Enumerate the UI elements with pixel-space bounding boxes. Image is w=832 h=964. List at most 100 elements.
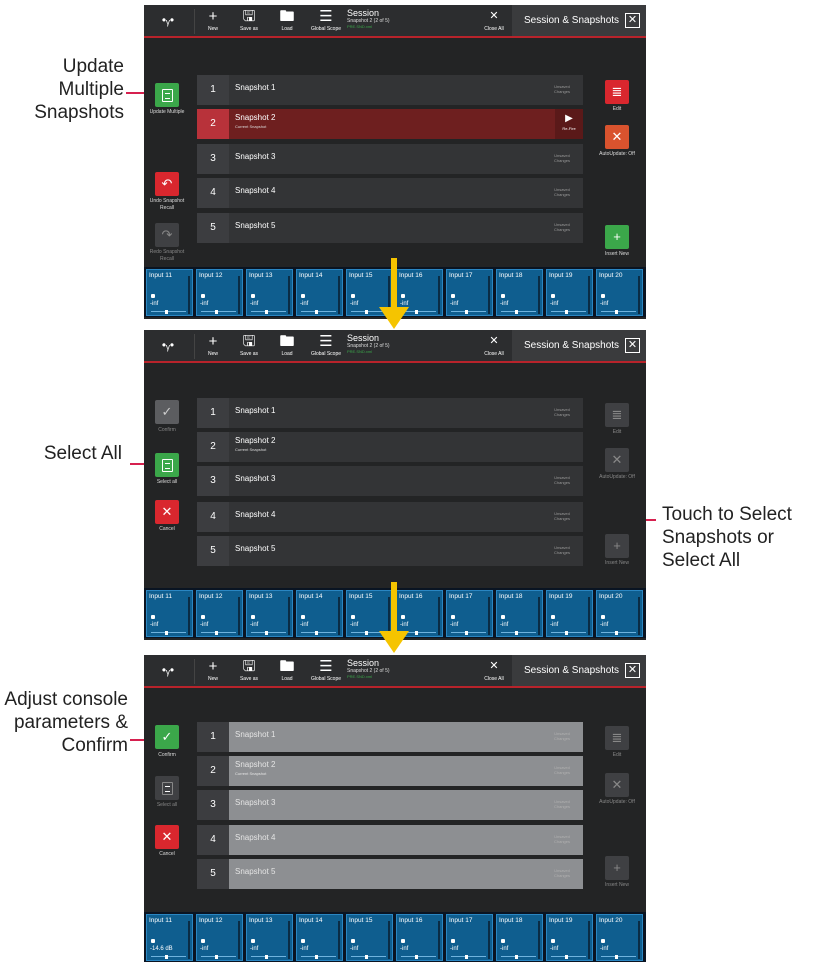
channel-strip[interactable]: Input 11 -inf — [146, 590, 193, 637]
channel-strip[interactable]: Input 11 -14.6 dB — [146, 914, 193, 961]
channel-strip[interactable]: Input 13 -inf — [246, 269, 293, 316]
channel-strip[interactable]: Input 14 -inf — [296, 590, 343, 637]
channel-fader-knob[interactable] — [165, 955, 168, 959]
logo-menu-button[interactable]: •ᵧ• — [144, 5, 192, 36]
channel-strip[interactable]: Input 19 -inf — [546, 914, 593, 961]
refire-button[interactable]: ▶ Re-Fire — [555, 109, 583, 139]
global-scope-button[interactable]: ☰ Global Scope — [308, 655, 344, 686]
close-all-button[interactable]: ✕ Close All — [478, 5, 510, 36]
channel-fader-knob[interactable] — [315, 631, 318, 635]
autoupdate-button[interactable]: ✕ — [605, 125, 629, 149]
new-button[interactable]: + New — [197, 330, 229, 361]
snapshot-row-2[interactable]: 2 Snapshot 2 Current Snapshot — [197, 432, 583, 462]
edit-button[interactable]: ≣ — [605, 726, 629, 750]
channel-fader-knob[interactable] — [465, 631, 468, 635]
save-as-button[interactable]: 🖫 Save as — [233, 5, 265, 36]
snapshot-row-4[interactable]: 4 Snapshot 4 Unsaved Changes — [197, 178, 583, 208]
channel-strip[interactable]: Input 17 -inf — [446, 269, 493, 316]
channel-strip[interactable]: Input 11 -inf — [146, 269, 193, 316]
close-icon[interactable]: ✕ — [625, 13, 640, 28]
confirm-button[interactable]: ✓ — [155, 725, 179, 749]
channel-strip[interactable]: Input 14 -inf — [296, 914, 343, 961]
channel-fader-knob[interactable] — [365, 310, 368, 314]
save-as-button[interactable]: 🖫 Save as — [233, 655, 265, 686]
snapshot-row-3[interactable]: 3 Snapshot 3 Unsaved Changes — [197, 144, 583, 174]
snapshot-row-2[interactable]: 2 Snapshot 2 Current Snapshot ▶ Re-Fire — [197, 109, 583, 139]
channel-strip[interactable]: Input 18 -inf — [496, 269, 543, 316]
logo-menu-button[interactable]: •ᵧ• — [144, 330, 192, 361]
channel-fader-knob[interactable] — [615, 955, 618, 959]
channel-fader-knob[interactable] — [615, 310, 618, 314]
snapshot-row-2[interactable]: 2 Snapshot 2 Current Snapshot Unsaved Ch… — [197, 756, 583, 786]
insert-new-button[interactable]: + — [605, 534, 629, 558]
save-as-button[interactable]: 🖫 Save as — [233, 330, 265, 361]
channel-fader-knob[interactable] — [465, 955, 468, 959]
edit-button[interactable]: ≣ — [605, 80, 629, 104]
channel-strip[interactable]: Input 19 -inf — [546, 269, 593, 316]
cancel-button[interactable]: ✕ — [155, 500, 179, 524]
autoupdate-button[interactable]: ✕ — [605, 773, 629, 797]
channel-strip[interactable]: Input 20 -inf — [596, 590, 643, 637]
channel-strip[interactable]: Input 15 -inf — [346, 914, 393, 961]
snapshot-row-4[interactable]: 4 Snapshot 4 Unsaved Changes — [197, 502, 583, 532]
close-all-button[interactable]: ✕ Close All — [478, 330, 510, 361]
snapshot-row-1[interactable]: 1 Snapshot 1 Unsaved Changes — [197, 722, 583, 752]
snapshot-row-1[interactable]: 1 Snapshot 1 Unsaved Changes — [197, 398, 583, 428]
cancel-button[interactable]: ✕ — [155, 825, 179, 849]
channel-fader-knob[interactable] — [215, 310, 218, 314]
channel-strip[interactable]: Input 12 -inf — [196, 914, 243, 961]
channel-strip[interactable]: Input 13 -inf — [246, 590, 293, 637]
logo-menu-button[interactable]: •ᵧ• — [144, 655, 192, 686]
channel-fader-knob[interactable] — [215, 955, 218, 959]
snapshot-row-3[interactable]: 3 Snapshot 3 Unsaved Changes — [197, 790, 583, 820]
channel-fader-knob[interactable] — [365, 631, 368, 635]
channel-strip[interactable]: Input 13 -inf — [246, 914, 293, 961]
channel-fader-knob[interactable] — [265, 310, 268, 314]
close-icon[interactable]: ✕ — [625, 663, 640, 678]
channel-strip[interactable]: Input 20 -inf — [596, 914, 643, 961]
channel-fader-knob[interactable] — [565, 631, 568, 635]
channel-fader-knob[interactable] — [265, 955, 268, 959]
close-icon[interactable]: ✕ — [625, 338, 640, 353]
autoupdate-button[interactable]: ✕ — [605, 448, 629, 472]
channel-fader-knob[interactable] — [515, 631, 518, 635]
channel-strip[interactable]: Input 20 -inf — [596, 269, 643, 316]
channel-fader-knob[interactable] — [265, 631, 268, 635]
load-button[interactable]: 🖿 Load — [271, 655, 303, 686]
load-button[interactable]: 🖿 Load — [271, 5, 303, 36]
channel-fader-knob[interactable] — [415, 631, 418, 635]
channel-fader-knob[interactable] — [165, 631, 168, 635]
select-all-button[interactable] — [155, 453, 179, 477]
channel-strip[interactable]: Input 19 -inf — [546, 590, 593, 637]
channel-strip[interactable]: Input 12 -inf — [196, 269, 243, 316]
select-all-button[interactable] — [155, 776, 179, 800]
channel-strip[interactable]: Input 18 -inf — [496, 590, 543, 637]
channel-fader-knob[interactable] — [615, 631, 618, 635]
new-button[interactable]: + New — [197, 655, 229, 686]
channel-strip[interactable]: Input 14 -inf — [296, 269, 343, 316]
channel-strip[interactable]: Input 17 -inf — [446, 914, 493, 961]
channel-fader-knob[interactable] — [515, 955, 518, 959]
channel-fader-knob[interactable] — [315, 310, 318, 314]
new-button[interactable]: + New — [197, 5, 229, 36]
channel-fader-knob[interactable] — [415, 310, 418, 314]
close-all-button[interactable]: ✕ Close All — [478, 655, 510, 686]
snapshot-row-5[interactable]: 5 Snapshot 5 Unsaved Changes — [197, 859, 583, 889]
insert-new-button[interactable]: + — [605, 225, 629, 249]
channel-fader-knob[interactable] — [415, 955, 418, 959]
channel-fader-knob[interactable] — [565, 955, 568, 959]
snapshot-row-5[interactable]: 5 Snapshot 5 Unsaved Changes — [197, 536, 583, 566]
undo-recall-button[interactable]: ↶ — [155, 172, 179, 196]
confirm-button[interactable]: ✓ — [155, 400, 179, 424]
global-scope-button[interactable]: ☰ Global Scope — [308, 330, 344, 361]
channel-strip[interactable]: Input 18 -inf — [496, 914, 543, 961]
channel-strip[interactable]: Input 15 -inf — [346, 590, 393, 637]
snapshot-row-4[interactable]: 4 Snapshot 4 Unsaved Changes — [197, 825, 583, 855]
load-button[interactable]: 🖿 Load — [271, 330, 303, 361]
insert-new-button[interactable]: + — [605, 856, 629, 880]
channel-fader-knob[interactable] — [465, 310, 468, 314]
channel-fader-knob[interactable] — [515, 310, 518, 314]
channel-strip[interactable]: Input 16 -inf — [396, 590, 443, 637]
channel-fader-knob[interactable] — [565, 310, 568, 314]
channel-strip[interactable]: Input 12 -inf — [196, 590, 243, 637]
